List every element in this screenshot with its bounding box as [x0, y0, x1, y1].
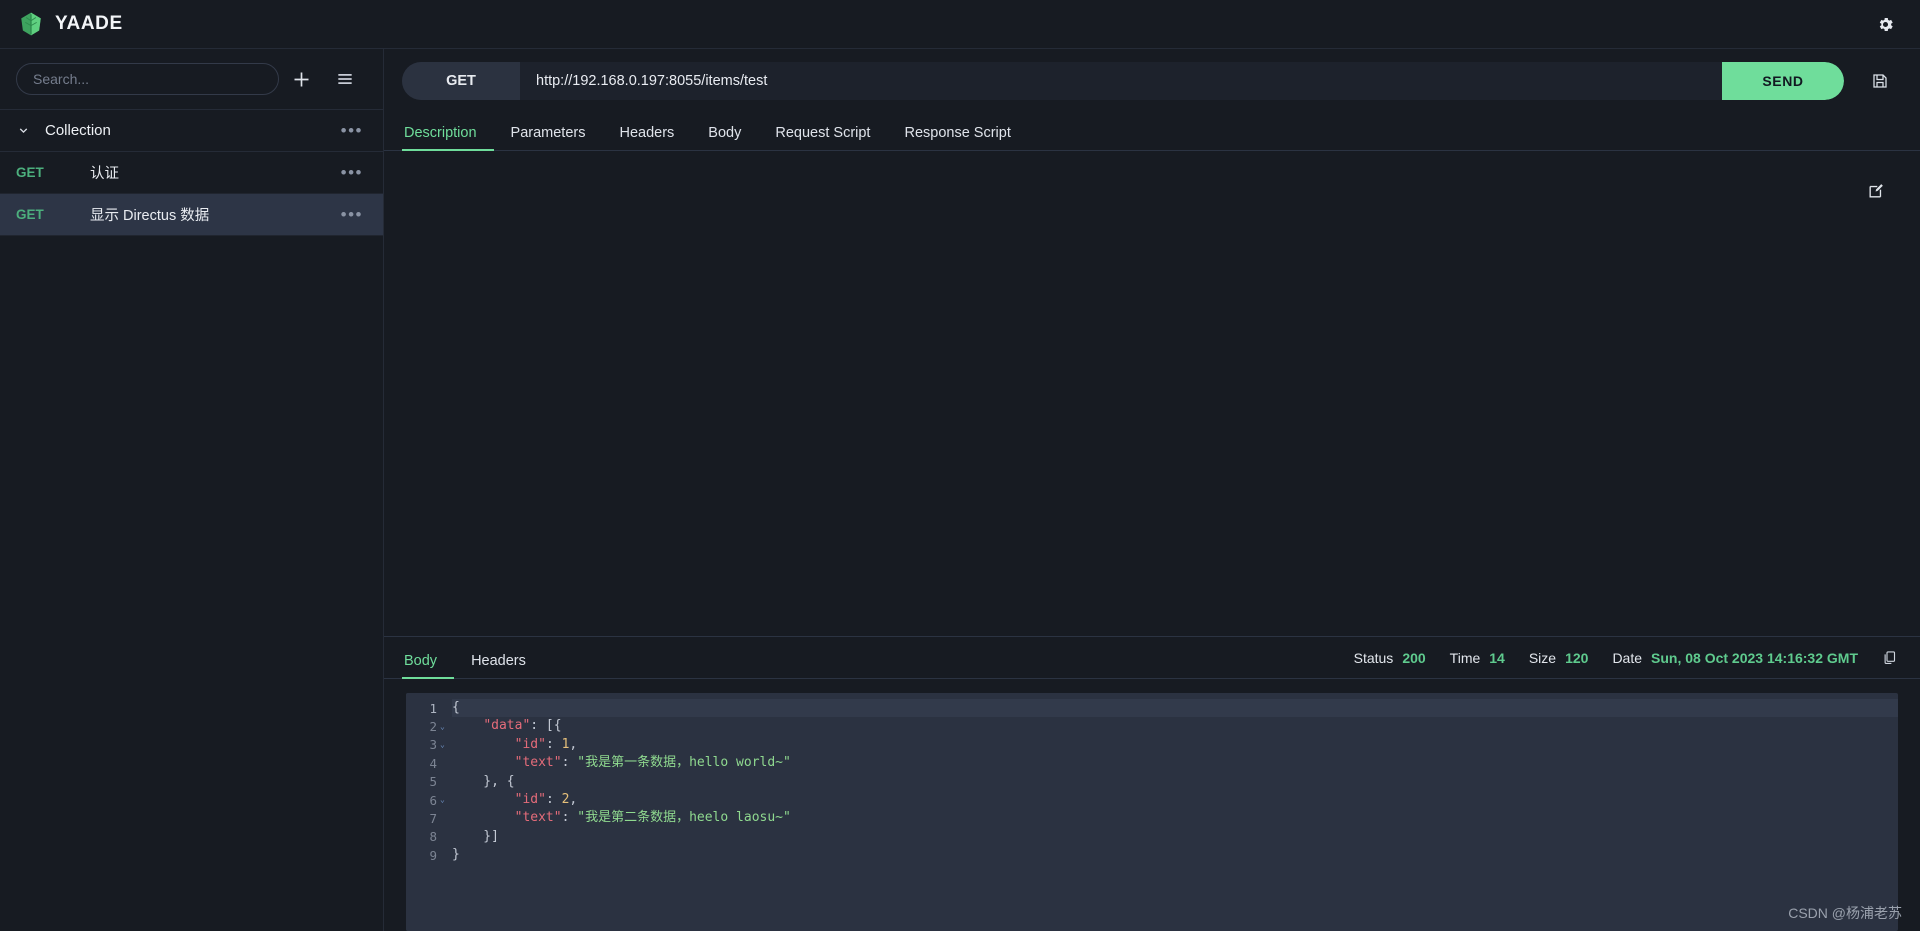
body-split: Collection ••• GET 认证 ••• GET 显示 Directu… [0, 49, 1920, 931]
search-input[interactable] [16, 63, 279, 95]
plus-icon[interactable] [279, 60, 323, 98]
gutter-line: 7 [429, 811, 437, 827]
response-tabs: Body Headers [402, 653, 543, 679]
code-line: }, { [452, 773, 515, 789]
edit-pencil-icon[interactable] [1864, 178, 1888, 202]
code-line: "data": [{ [483, 718, 562, 734]
sidebar-request-directus[interactable]: GET 显示 Directus 数据 ••• [0, 194, 383, 236]
request-method-badge: GET [16, 207, 44, 222]
tab-description[interactable]: Description [402, 125, 494, 151]
url-group: GET SEND [402, 62, 1844, 100]
status-strip: Status 200 Time 14 Size 120 Date Sun, 08… [1354, 646, 1902, 678]
date-value: Sun, 08 Oct 2023 14:16:32 GMT [1651, 650, 1858, 666]
code-gutter: 1 2 ⌄ 3 ⌄ 4 5 6 ⌄ 7 8 9 [406, 693, 452, 931]
top-bar: YAADE [0, 0, 1920, 49]
code-line: "text": "我是第二条数据，heelo laosu~" [514, 810, 791, 826]
tab-parameters[interactable]: Parameters [494, 125, 603, 150]
collection-ellipsis-icon[interactable]: ••• [337, 122, 367, 139]
fold-chevron-icon[interactable]: ⌄ [440, 796, 447, 804]
sidebar-request-认证[interactable]: GET 认证 ••• [0, 152, 383, 194]
request-method-badge: GET [16, 165, 44, 180]
response-code-editor[interactable]: 1 2 ⌄ 3 ⌄ 4 5 6 ⌄ 7 8 9 { "data": [{ "id": 1, "text… [406, 693, 1898, 931]
fold-chevron-icon[interactable]: ⌄ [440, 722, 447, 731]
tab-headers[interactable]: Headers [602, 125, 691, 150]
yaade-app-window: YAADE Search... Collection ••• GET 认证 ••… [0, 0, 1920, 931]
send-button[interactable]: SEND [1722, 62, 1844, 100]
request-tabs: Description Parameters Headers Body Requ… [384, 113, 1920, 151]
chevron-down-icon[interactable] [14, 124, 32, 137]
code-line: } [452, 847, 460, 863]
response-panel: Body Headers Status 200 Time 14 Size 120… [384, 637, 1920, 931]
size-value: 120 [1565, 650, 1589, 666]
tab-request-script[interactable]: Request Script [758, 125, 887, 150]
gutter-line: 9 [429, 847, 437, 863]
gutter-line: 3 ⌄ [406, 736, 452, 754]
code-line: { [452, 699, 1898, 718]
gutter-line: 8 [429, 829, 437, 845]
response-header: Body Headers Status 200 Time 14 Size 120… [384, 637, 1920, 679]
brand: YAADE [18, 11, 123, 37]
url-input[interactable] [520, 62, 1722, 100]
tab-body[interactable]: Body [691, 125, 758, 150]
request-ellipsis-icon[interactable]: ••• [337, 206, 367, 223]
date-label: Date [1612, 650, 1643, 666]
url-bar: GET SEND [384, 49, 1920, 113]
collection-name: Collection [45, 122, 111, 139]
hamburger-icon[interactable] [323, 60, 367, 98]
tab-response-script[interactable]: Response Script [887, 125, 1027, 150]
response-code-wrap: 1 2 ⌄ 3 ⌄ 4 5 6 ⌄ 7 8 9 { "data": [{ "id": 1, "text… [384, 679, 1920, 931]
response-tab-headers[interactable]: Headers [454, 653, 543, 678]
floppy-save-icon[interactable] [1858, 62, 1902, 100]
code-lines: { "data": [{ "id": 1, "text": "我是第一条数据，h… [452, 693, 1898, 931]
sidebar-toolbar [0, 49, 383, 109]
main-panel: GET SEND Description Parameters Headers … [384, 49, 1920, 931]
time-value: 14 [1489, 650, 1505, 666]
app-title: YAADE [55, 13, 123, 34]
request-ellipsis-icon[interactable]: ••• [337, 164, 367, 181]
sidebar: Collection ••• GET 认证 ••• GET 显示 Directu… [0, 49, 384, 931]
status-value: 200 [1402, 650, 1426, 666]
gear-icon[interactable] [1872, 11, 1898, 37]
method-select[interactable]: GET [402, 62, 520, 100]
fold-chevron-icon[interactable]: ⌄ [440, 740, 447, 749]
copy-icon[interactable] [1876, 646, 1902, 668]
status-label: Status [1353, 650, 1394, 666]
gutter-line: 1 [429, 700, 437, 716]
size-label: Size [1528, 650, 1557, 666]
request-name: 认证 [90, 166, 119, 182]
yaade-leaf-logo-icon [18, 11, 44, 37]
gutter-line: 2 ⌄ [406, 717, 452, 735]
code-line: }] [452, 828, 499, 844]
description-pane [384, 151, 1920, 637]
code-line: "text": "我是第一条数据，hello world~" [514, 755, 791, 771]
gutter-line: 4 [429, 755, 437, 771]
response-tab-body[interactable]: Body [402, 653, 455, 679]
collection-row[interactable]: Collection ••• [0, 109, 383, 152]
request-name: 显示 Directus 数据 [90, 208, 210, 224]
gutter-line: 6 ⌄ [406, 791, 452, 809]
code-line: "id": 1, [514, 736, 578, 752]
gutter-line: 5 [429, 774, 437, 790]
code-line: "id": 2, [514, 791, 578, 807]
time-label: Time [1449, 650, 1481, 666]
